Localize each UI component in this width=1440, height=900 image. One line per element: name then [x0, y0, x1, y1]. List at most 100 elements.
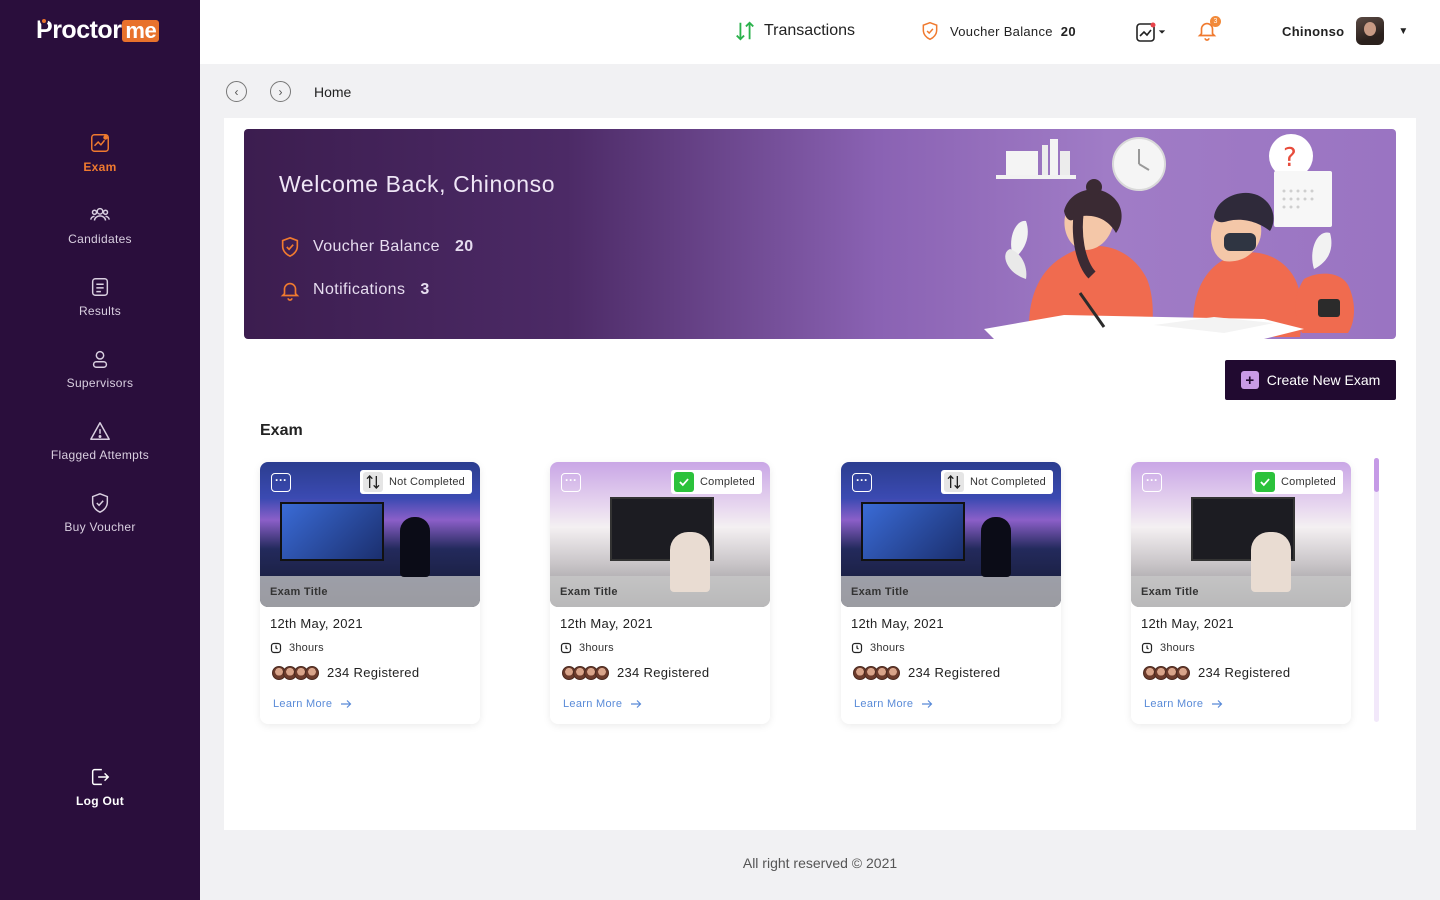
- exam-duration: 3hours: [851, 642, 905, 654]
- sidebar-item-exam[interactable]: Exam: [0, 132, 200, 174]
- exam-title: Exam Title: [270, 586, 328, 598]
- banner-notifications: Notifications 3: [279, 279, 430, 301]
- exam-duration: 3hours: [1141, 642, 1195, 654]
- create-new-exam-button[interactable]: + Create New Exam: [1225, 360, 1396, 400]
- shield-icon: [281, 236, 299, 258]
- logo-dot: [40, 17, 48, 25]
- chart-icon: [91, 134, 109, 152]
- back-button[interactable]: ‹: [226, 81, 247, 102]
- footer: All right reserved © 2021: [742, 855, 898, 871]
- exam-card[interactable]: ··· Completed Exam Title 12th May, 2021 …: [1131, 462, 1351, 724]
- exam-image: ··· Completed Exam Title: [550, 462, 770, 607]
- transactions-link[interactable]: Transactions: [734, 20, 855, 42]
- registered-count: 234 Registered: [1143, 665, 1290, 680]
- exam-date: 12th May, 2021: [851, 616, 944, 631]
- exam-duration: 3hours: [270, 642, 324, 654]
- clock-icon: [270, 642, 282, 654]
- bell-icon: [280, 282, 300, 301]
- status-badge: Completed: [671, 470, 762, 494]
- exam-card[interactable]: ··· Completed Exam Title 12th May, 2021 …: [550, 462, 770, 724]
- status-badge: Completed: [1252, 470, 1343, 494]
- swap-arrows-icon: [363, 472, 384, 492]
- chevron-right-icon: ›: [278, 84, 283, 99]
- user-icon: [92, 350, 108, 368]
- arrow-right-icon: [341, 700, 352, 708]
- document-icon: [91, 278, 109, 296]
- sidebar-item-label: Flagged Attempts: [50, 448, 150, 462]
- avatar-group: [272, 665, 319, 680]
- sidebar-item-label: Candidates: [68, 232, 132, 246]
- learn-more-link[interactable]: Learn More: [273, 698, 352, 710]
- exam-card[interactable]: ··· Not Completed Exam Title 12th May, 2…: [841, 462, 1061, 724]
- sidebar-item-flagged-attempts[interactable]: Flagged Attempts: [0, 420, 200, 462]
- shield-icon: [91, 493, 109, 513]
- registered-count: 234 Registered: [272, 665, 419, 680]
- more-options-icon[interactable]: ···: [852, 473, 872, 492]
- swap-arrows-icon: [944, 472, 965, 492]
- status-badge: Not Completed: [941, 470, 1053, 494]
- topbar: Transactions Voucher Balance 20 3 Chinon…: [200, 0, 1440, 64]
- avatar: [1356, 17, 1385, 45]
- scrollbar-thumb[interactable]: [1374, 458, 1379, 492]
- exam-image: ··· Completed Exam Title: [1131, 462, 1351, 607]
- more-options-icon[interactable]: ···: [271, 473, 291, 492]
- warning-icon: [90, 422, 110, 440]
- exam-image: ··· Not Completed Exam Title: [260, 462, 480, 607]
- clock-icon: [560, 642, 572, 654]
- learn-more-link[interactable]: Learn More: [854, 698, 933, 710]
- notification-badge: 3: [1210, 16, 1221, 27]
- arrow-right-icon: [631, 700, 642, 708]
- caret-down-icon: ▼: [1398, 25, 1409, 37]
- transactions-icon: [736, 21, 754, 41]
- exam-title: Exam Title: [560, 586, 618, 598]
- exam-title: Exam Title: [851, 586, 909, 598]
- user-menu[interactable]: Chinonso ▼: [1282, 17, 1409, 45]
- registered-count: 234 Registered: [853, 665, 1000, 680]
- status-badge: Not Completed: [360, 470, 472, 494]
- sidebar-item-label: Results: [78, 304, 122, 318]
- sidebar-item-label: Buy Voucher: [64, 520, 136, 534]
- learn-more-link[interactable]: Learn More: [563, 698, 642, 710]
- exam-image: ··· Not Completed Exam Title: [841, 462, 1061, 607]
- sidebar-item-buy-voucher[interactable]: Buy Voucher: [0, 492, 200, 534]
- user-name: Chinonso: [1282, 23, 1345, 39]
- clock-icon: [1141, 642, 1153, 654]
- welcome-title: Welcome Back, Chinonso: [279, 171, 556, 197]
- logout-icon: [91, 768, 110, 786]
- logout-label: Log Out: [75, 794, 125, 808]
- students-illustration: ?: [984, 134, 1354, 339]
- analytics-dropdown[interactable]: [1134, 20, 1166, 44]
- welcome-banner: Welcome Back, Chinonso Voucher Balance 2…: [244, 129, 1396, 339]
- avatar-group: [853, 665, 900, 680]
- sidebar-item-supervisors[interactable]: Supervisors: [0, 348, 200, 390]
- sidebar-item-candidates[interactable]: Candidates: [0, 204, 200, 246]
- notifications-button[interactable]: 3: [1196, 16, 1221, 47]
- check-icon: [674, 472, 694, 492]
- exam-duration: 3hours: [560, 642, 614, 654]
- arrow-right-icon: [922, 700, 933, 708]
- exam-title: Exam Title: [1141, 586, 1199, 598]
- plus-icon: +: [1240, 371, 1259, 389]
- exam-date: 12th May, 2021: [1141, 616, 1234, 631]
- cards-scrollbar[interactable]: [1374, 458, 1379, 722]
- forward-button[interactable]: ›: [270, 81, 291, 102]
- exam-date: 12th May, 2021: [560, 616, 653, 631]
- more-options-icon[interactable]: ···: [561, 473, 581, 492]
- more-options-icon[interactable]: ···: [1142, 473, 1162, 492]
- exam-cards-list: ··· Not Completed Exam Title 12th May, 2…: [260, 462, 1370, 724]
- logo[interactable]: Proctor me: [36, 16, 160, 45]
- main-panel: Welcome Back, Chinonso Voucher Balance 2…: [224, 118, 1416, 830]
- voucher-balance: Voucher Balance 20: [920, 21, 1076, 41]
- chevron-left-icon: ‹: [234, 84, 239, 99]
- check-icon: [1255, 472, 1275, 492]
- caret-down-icon: [1158, 30, 1166, 34]
- learn-more-link[interactable]: Learn More: [1144, 698, 1223, 710]
- registered-count: 234 Registered: [562, 665, 709, 680]
- exam-card[interactable]: ··· Not Completed Exam Title 12th May, 2…: [260, 462, 480, 724]
- section-title: Exam: [260, 422, 303, 439]
- logout-button[interactable]: Log Out: [0, 766, 200, 808]
- sidebar-item-results[interactable]: Results: [0, 276, 200, 318]
- shield-icon: [922, 21, 938, 41]
- avatar-group: [1143, 665, 1190, 680]
- banner-voucher-balance: Voucher Balance 20: [279, 236, 474, 258]
